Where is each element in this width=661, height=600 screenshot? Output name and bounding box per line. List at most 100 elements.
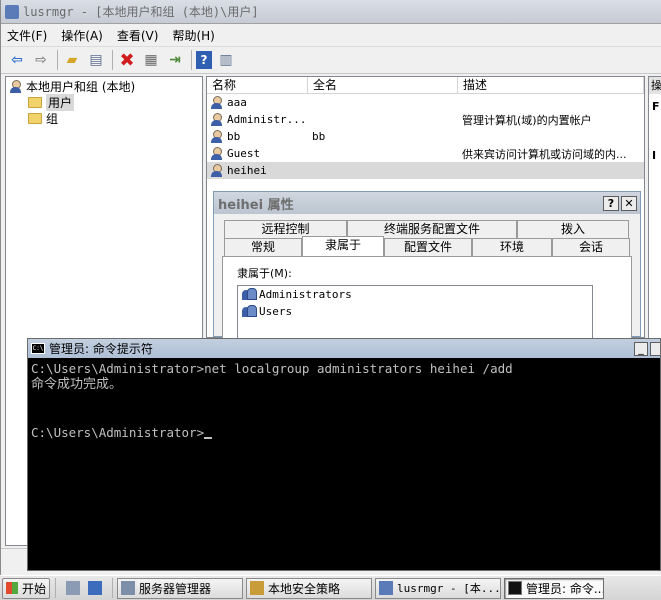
menu-file[interactable]: 文件(F) [7,27,47,44]
cmd-icon [508,581,522,595]
console-prompt-line: C:\Users\Administrator> [31,425,651,441]
disabled-user-icon [210,147,224,160]
windows-logo-icon [6,582,18,594]
group-icon [242,288,257,301]
user-name: heihei [227,164,267,177]
tree-root[interactable]: 本地用户和组 (本地) [6,78,202,94]
user-icon [210,164,224,177]
member-of-list[interactable]: Administrators Users [237,285,593,341]
taskbar-button-label: 本地安全策略 [268,581,341,596]
menu-action[interactable]: 操作(A) [61,27,103,44]
dialog-help-button[interactable]: ? [603,195,619,211]
tree-item-groups-label: 组 [46,111,59,126]
cmd-titlebar[interactable]: C:\ 管理员: 命令提示符 _ [28,339,660,358]
action-pane-item[interactable]: I [649,149,661,162]
command-prompt-window[interactable]: C:\ 管理员: 命令提示符 _ C:\Users\Administrator>… [27,338,661,571]
user-description: 供来宾访问计算机或访问域的内... [462,147,627,161]
window-title: lusrmgr - [本地用户和组 (本地)\用户] [23,5,259,19]
cmd-title: 管理员: 命令提示符 [49,342,153,356]
server-manager-icon [121,581,135,595]
list-item[interactable]: Users [238,303,592,320]
tree-root-label: 本地用户和组 (本地) [26,79,136,94]
show-hide-action-pane-icon[interactable]: ▥ [216,50,236,70]
toolbar: ⇦ ⇨ ▰ ▤ ✖ ▦ ⇥ ? ▥ [1,46,661,74]
console-line: 命令成功完成。 [31,377,123,392]
taskbar-button-local-security-policy[interactable]: 本地安全策略 [246,577,372,599]
folder-icon [28,112,42,124]
toolbar-separator [191,50,192,70]
user-name: Administr... [227,113,307,126]
taskbar-button-label: 管理员: 命令... [526,581,604,596]
dialog-close-button[interactable]: ✕ [621,195,637,211]
user-icon [210,96,224,109]
list-item[interactable]: bb bb [207,128,644,145]
user-icon [210,130,224,143]
tab-environment[interactable]: 环境 [472,238,552,256]
action-pane-header: 操 [649,77,661,94]
action-pane-item[interactable]: F [649,100,661,113]
list-item[interactable]: Administr... 管理计算机(域)的内置帐户 [207,111,644,128]
toolbar-separator [57,50,58,70]
list-item[interactable]: Administrators [238,286,592,303]
tab-profile[interactable]: 配置文件 [384,238,472,256]
taskbar-button-lusrmgr[interactable]: lusrmgr - [本... [375,577,501,599]
delete-icon[interactable]: ✖ [117,50,137,71]
taskbar: 开始 服务器管理器 本地安全策略 lusrmgr - [本... 管理员: 命令… [0,575,661,600]
forward-arrow-icon[interactable]: ⇨ [31,50,51,70]
tab-member-of[interactable]: 隶属于 [302,236,384,256]
server-manager-quicklaunch-icon[interactable] [66,581,80,595]
member-of-label: 隶属于(M): [237,267,292,280]
menu-view[interactable]: 查看(V) [117,27,159,44]
group-name: Administrators [259,288,352,301]
tab-sessions[interactable]: 会话 [552,238,630,256]
computer-users-icon [9,79,23,93]
back-arrow-icon[interactable]: ⇦ [7,50,27,70]
show-hide-tree-icon[interactable]: ▤ [86,50,106,70]
maximize-button[interactable] [650,341,660,356]
window-titlebar[interactable]: lusrmgr - [本地用户和组 (本地)\用户] [1,0,661,24]
tab-general[interactable]: 常规 [224,238,302,256]
column-header-fullname[interactable]: 全名 [308,77,458,93]
column-header-description[interactable]: 描述 [458,77,644,93]
taskbar-separator [55,578,56,598]
list-item-selected[interactable]: heihei [207,162,644,179]
tree-item-users[interactable]: 用户 [6,93,202,111]
toolbar-separator [112,50,113,70]
minimize-button[interactable]: _ [634,341,648,356]
cmd-icon: C:\ [31,343,45,354]
list-item[interactable]: aaa [207,94,644,111]
tree-item-groups[interactable]: 组 [6,110,202,126]
list-header: 名称 全名 描述 [207,77,644,94]
tree-item-users-label: 用户 [46,93,75,111]
text-cursor [204,437,213,439]
taskbar-button-label: 服务器管理器 [139,581,212,596]
menu-bar: 文件(F) 操作(A) 查看(V) 帮助(H) [1,24,661,46]
tab-panel: 隶属于(M): Administrators Users [222,256,632,341]
console-line: C:\Users\Administrator>net localgroup ad… [31,361,513,376]
cmd-console[interactable]: C:\Users\Administrator>net localgroup ad… [31,361,651,561]
show-desktop-icon[interactable] [88,581,102,595]
up-folder-icon[interactable]: ▰ [62,50,82,70]
app-icon [5,4,19,19]
taskbar-button-server-manager[interactable]: 服务器管理器 [117,577,243,599]
start-button[interactable]: 开始 [2,577,50,599]
properties-icon[interactable]: ▦ [141,50,161,70]
column-header-name[interactable]: 名称 [207,77,308,93]
export-list-icon[interactable]: ⇥ [165,50,185,70]
properties-dialog: heihei 属性 ? ✕ 远程控制 终端服务配置文件 拨入 常规 隶属于 配置… [213,191,641,341]
dialog-titlebar[interactable]: heihei 属性 ? ✕ [214,192,640,214]
help-icon[interactable]: ? [196,51,212,69]
user-name: Guest [227,147,261,160]
menu-help[interactable]: 帮助(H) [172,27,214,44]
group-name: Users [259,305,293,318]
list-item[interactable]: Guest 供来宾访问计算机或访问域的内... [207,145,644,162]
users-icon [379,581,393,595]
tab-dial-in[interactable]: 拨入 [517,220,629,238]
start-label: 开始 [22,581,47,596]
user-name: aaa [227,96,247,109]
group-icon [242,305,257,318]
taskbar-button-cmd[interactable]: 管理员: 命令... [504,577,604,599]
user-fullname: bb [312,130,326,143]
